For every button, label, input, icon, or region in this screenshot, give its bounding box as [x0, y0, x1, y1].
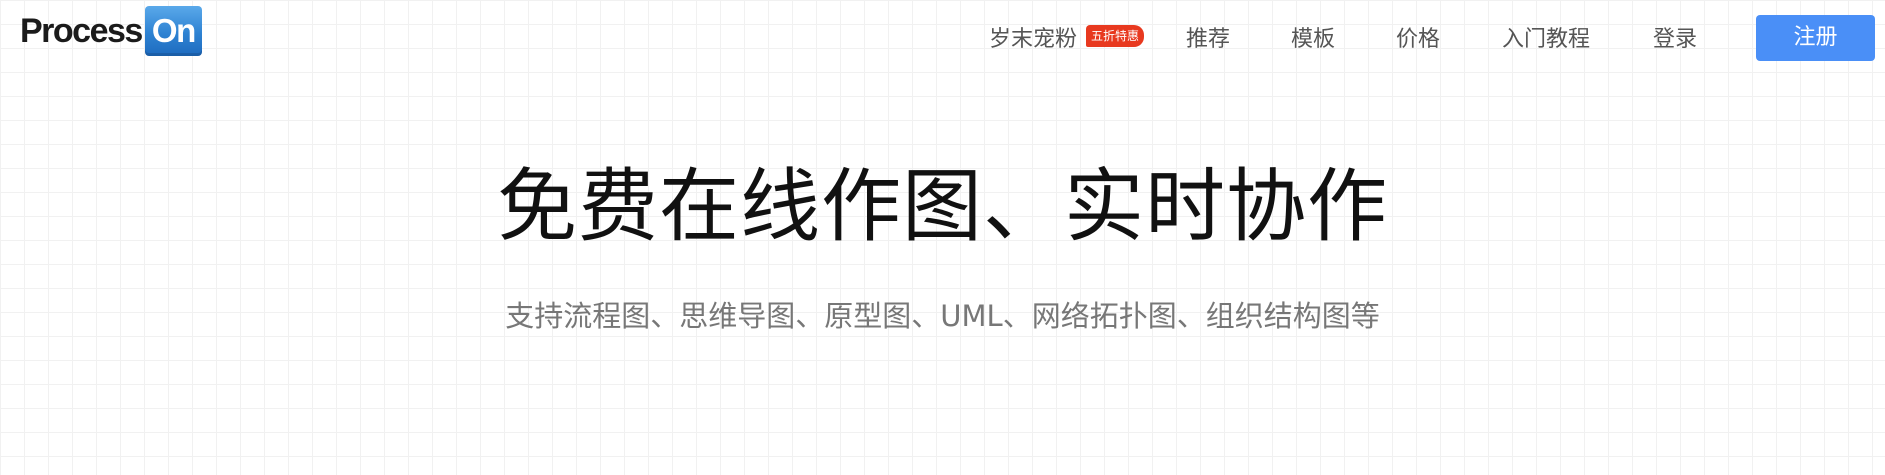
- nav-item-tutorial[interactable]: 入门教程: [1502, 22, 1590, 58]
- login-link[interactable]: 登录: [1653, 22, 1697, 58]
- nav-item-templates[interactable]: 模板: [1291, 22, 1335, 58]
- register-button[interactable]: 注册: [1756, 15, 1875, 61]
- nav-item-promo[interactable]: 岁末宠粉: [989, 22, 1077, 58]
- nav-item-pricing[interactable]: 价格: [1396, 22, 1440, 58]
- hero-subtitle: 支持流程图、思维导图、原型图、UML、网络拓扑图、组织结构图等: [505, 299, 1380, 333]
- top-nav: 岁末宠粉 五折特惠 推荐 模板 价格 入门教程 登录: [0, 22, 1885, 58]
- hero-title: 免费在线作图、实时协作: [497, 160, 1388, 253]
- nav-item-recommend[interactable]: 推荐: [1186, 22, 1230, 58]
- promo-badge: 五折特惠: [1086, 25, 1145, 47]
